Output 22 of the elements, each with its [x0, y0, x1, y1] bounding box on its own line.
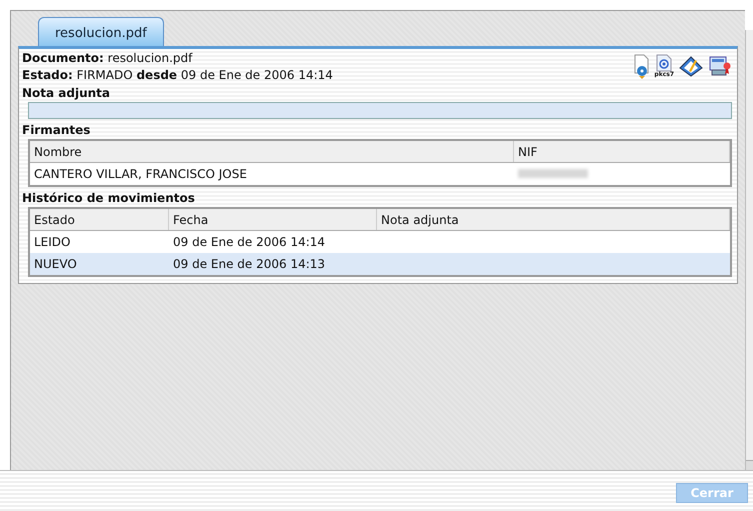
table-cell-text: CANTERO VILLAR, FRANCISCO JOSE	[33, 166, 248, 183]
section-title: Histórico de movimientos	[22, 191, 196, 205]
note-field[interactable]	[28, 102, 732, 119]
section-title: Nota adjunta	[22, 86, 112, 100]
table-cell-text: NUEVO	[33, 256, 78, 273]
section-title: Firmantes	[22, 123, 92, 137]
column-header[interactable]: Estado	[30, 209, 169, 230]
table-row[interactable]: NUEVO 09 de Ene de 2006 14:13	[30, 253, 730, 275]
column-header[interactable]: Fecha	[169, 209, 377, 230]
document-disc-icon[interactable]	[632, 54, 650, 80]
table-cell-text: 09 de Ene de 2006 14:13	[172, 256, 326, 273]
scrollbar[interactable]	[745, 30, 753, 470]
document-tab[interactable]: resolucion.pdf	[38, 17, 164, 46]
table-cell-text: LEIDO	[33, 234, 72, 251]
column-header[interactable]: Nombre	[30, 141, 514, 162]
pen-document-icon[interactable]	[678, 54, 704, 78]
document-status: Estado: FIRMADO desde 09 de Ene de 2006 14:14	[22, 68, 333, 82]
certificate-monitor-icon[interactable]	[708, 54, 732, 78]
document-name: Documento: resolucion.pdf	[22, 51, 194, 65]
column-header[interactable]: NIF	[514, 141, 730, 162]
table-cell-text: 09 de Ene de 2006 14:14	[172, 234, 326, 251]
column-header[interactable]: Nota adjunta	[377, 209, 730, 230]
